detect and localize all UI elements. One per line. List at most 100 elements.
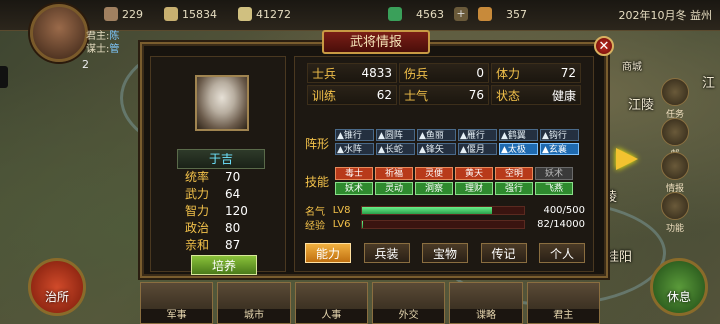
general-profile: 于吉 统率 70 武力 64 智力 120 政治 80 亲和 87 培养 bbox=[150, 56, 286, 275]
jade-icon bbox=[388, 7, 402, 21]
tab-lord[interactable]: 君主 bbox=[526, 282, 600, 324]
formation-tag[interactable]: ▲玄襄 bbox=[540, 143, 579, 155]
skill-tag[interactable]: 妖术 bbox=[535, 167, 573, 180]
skill-tag[interactable]: 灵动 bbox=[375, 182, 413, 195]
seat-button[interactable]: 治所 bbox=[28, 258, 86, 316]
date-location: 202年10月冬 益州 bbox=[618, 9, 713, 22]
skill-tag[interactable]: 黄天 bbox=[455, 167, 493, 180]
city-label[interactable]: 江陵 bbox=[628, 94, 654, 113]
formation-tag[interactable]: ▲钩行 bbox=[540, 129, 579, 141]
fame-row: 名气 LV8 400/500 bbox=[305, 204, 585, 218]
tab-diplomacy[interactable]: 外交 bbox=[371, 282, 446, 324]
info-grid: 士兵 4833 伤兵 0 体力 72 训练 62 士气 76 状态 健康 bbox=[307, 63, 583, 107]
formation-tag[interactable]: ▲雁行 bbox=[458, 129, 497, 141]
exp-bar bbox=[360, 219, 526, 229]
stat-row: 统率 70 bbox=[185, 170, 241, 184]
formation-row: ▲水阵 ▲长蛇 ▲锋矢 ▲偃月 ▲太极 ▲玄襄 bbox=[335, 143, 581, 155]
intel-icon bbox=[661, 152, 689, 180]
menu-intel[interactable]: 情报 bbox=[660, 152, 690, 194]
menu-quest[interactable]: 任务 bbox=[660, 78, 690, 120]
dialog-title: 武将情报 bbox=[322, 30, 430, 54]
tab-military[interactable]: 军事 bbox=[140, 282, 214, 324]
grain-icon bbox=[164, 7, 178, 21]
fame-bar-fill bbox=[361, 206, 492, 214]
info-cell: 体力 72 bbox=[491, 63, 581, 83]
lord-avatar[interactable] bbox=[30, 4, 88, 62]
stat-row: 亲和 87 bbox=[185, 238, 241, 252]
skill-tag[interactable]: 强行 bbox=[495, 182, 533, 195]
functions-icon bbox=[661, 192, 689, 220]
resource-4: 4563 + bbox=[388, 7, 468, 21]
skill-tag[interactable]: 空明 bbox=[495, 167, 533, 180]
skill-tag[interactable]: 灵便 bbox=[415, 167, 453, 180]
resource-icon bbox=[104, 7, 118, 21]
info-cell: 训练 62 bbox=[307, 85, 397, 105]
info-cell: 士气 76 bbox=[399, 85, 489, 105]
next-arrow-icon[interactable] bbox=[616, 148, 638, 170]
formation-tag[interactable]: ▲锋矢 bbox=[417, 143, 456, 155]
skill-tag[interactable]: 飞燕 bbox=[535, 182, 573, 195]
formation-tag[interactable]: ▲水阵 bbox=[335, 143, 374, 155]
fame-bar bbox=[360, 205, 526, 215]
general-name: 于吉 bbox=[177, 149, 265, 169]
skill-list: 毒士 祈福 灵便 黄天 空明 妖术 妖术 灵动 洞察 理财 强行 飞燕 bbox=[335, 167, 581, 197]
skill-label: 技能 bbox=[305, 175, 330, 189]
skill-tag[interactable]: 祈福 bbox=[375, 167, 413, 180]
stat-row: 政治 80 bbox=[185, 221, 241, 235]
info-row: 士兵 4833 伤兵 0 体力 72 bbox=[307, 63, 583, 83]
formation-tag[interactable]: ▲鱼丽 bbox=[417, 129, 456, 141]
detail-tab-button[interactable]: 能力 bbox=[305, 243, 351, 263]
cultivate-button[interactable]: 培养 bbox=[191, 255, 257, 275]
formation-tag[interactable]: ▲鹤翼 bbox=[499, 129, 538, 141]
skill-row: 妖术 灵动 洞察 理财 强行 飞燕 bbox=[335, 182, 581, 195]
resource-5: 357 bbox=[478, 7, 527, 21]
info-cell: 伤兵 0 bbox=[399, 63, 489, 83]
general-stats: 统率 70 武力 64 智力 120 政治 80 亲和 87 bbox=[185, 169, 265, 254]
info-cell: 士兵 4833 bbox=[307, 63, 397, 83]
formation-tag[interactable]: ▲偃月 bbox=[458, 143, 497, 155]
skill-row: 毒士 祈福 灵便 黄天 空明 妖术 bbox=[335, 167, 581, 180]
skill-tag[interactable]: 妖术 bbox=[335, 182, 373, 195]
general-details: 士兵 4833 伤兵 0 体力 72 训练 62 士气 76 状态 健康 阵形 ▲锥行 ▲圆阵… bbox=[294, 56, 594, 272]
info-cell: 状态 健康 bbox=[491, 85, 581, 105]
formation-label: 阵形 bbox=[305, 137, 330, 151]
skill-tag[interactable]: 毒士 bbox=[335, 167, 373, 180]
formation-tag[interactable]: ▲太极 bbox=[499, 143, 538, 155]
tab-personnel[interactable]: 人事 bbox=[294, 282, 368, 324]
progress-bars: 名气 LV8 400/500 经验 LV6 82/14000 bbox=[305, 203, 585, 232]
skill-tag[interactable]: 理财 bbox=[455, 182, 493, 195]
general-info-dialog: 武将情报 ✕ 于吉 统率 70 武力 64 智力 120 政治 80 亲和 87 培养 士… bbox=[140, 30, 614, 278]
detail-tab-button[interactable]: 宝物 bbox=[422, 243, 468, 263]
skill-tag[interactable]: 洞察 bbox=[415, 182, 453, 195]
rest-button[interactable]: 休息 bbox=[650, 258, 708, 316]
tab-city[interactable]: 城市 bbox=[217, 282, 291, 324]
resource-3: 41272 bbox=[238, 7, 291, 21]
lord-count: 2 bbox=[82, 58, 89, 71]
stat-row: 智力 120 bbox=[185, 204, 248, 218]
ticket-icon bbox=[478, 7, 492, 21]
city-label[interactable]: 桂阳 bbox=[606, 246, 632, 265]
menu-functions[interactable]: 功能 bbox=[660, 192, 690, 234]
tab-strategy[interactable]: 谍略 bbox=[449, 282, 523, 324]
formation-tag[interactable]: ▲圆阵 bbox=[376, 129, 415, 141]
lord-info: 君主:陈 谋士:管 bbox=[86, 31, 120, 55]
city-label[interactable]: 商城 bbox=[622, 58, 642, 73]
detail-tab-button[interactable]: 传记 bbox=[480, 243, 527, 263]
general-portrait bbox=[195, 75, 249, 131]
formation-tag[interactable]: ▲长蛇 bbox=[376, 143, 415, 155]
side-drawer-handle[interactable] bbox=[0, 66, 8, 88]
quest-icon bbox=[661, 78, 689, 106]
formation-tag[interactable]: ▲锥行 bbox=[335, 129, 374, 141]
resource-bar: 229 15834 41272 4563 + 357 202年10月冬 益州 bbox=[0, 0, 720, 31]
detail-tab-button[interactable]: 个人 bbox=[539, 243, 585, 263]
resource-2: 15834 bbox=[164, 7, 217, 21]
exp-row: 经验 LV6 82/14000 bbox=[305, 218, 585, 232]
stat-row: 武力 64 bbox=[185, 187, 241, 201]
mail-icon bbox=[661, 118, 689, 146]
add-icon[interactable]: + bbox=[454, 7, 468, 21]
info-row: 训练 62 士气 76 状态 健康 bbox=[307, 85, 583, 105]
close-button[interactable]: ✕ bbox=[594, 36, 614, 56]
detail-tab-button[interactable]: 兵装 bbox=[363, 243, 410, 263]
resource-1: 229 bbox=[104, 7, 143, 21]
city-label[interactable]: 江 bbox=[702, 72, 715, 91]
